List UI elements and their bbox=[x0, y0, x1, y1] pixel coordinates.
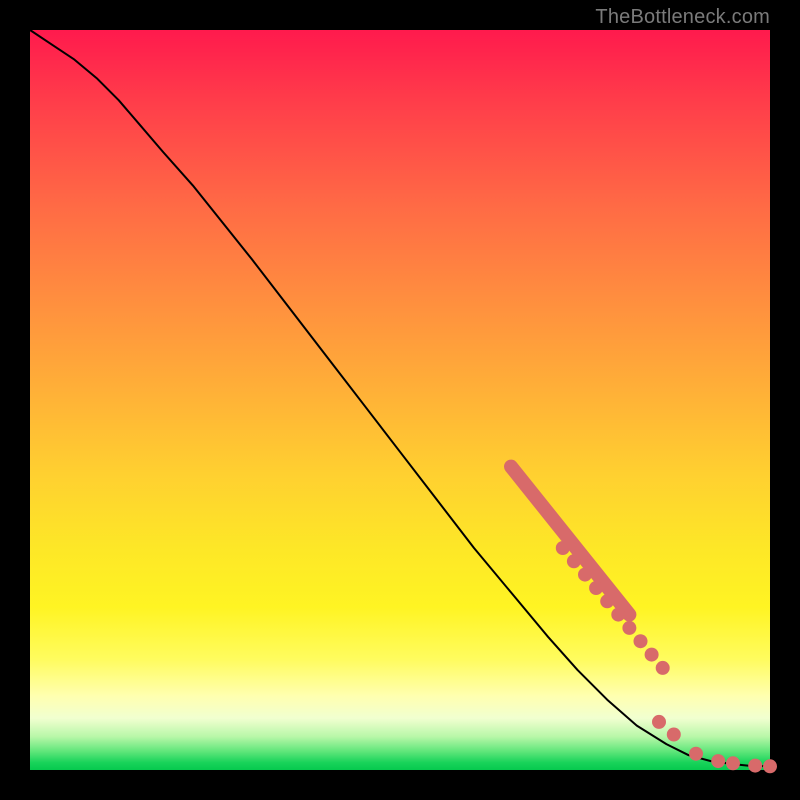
highlight-segment bbox=[511, 467, 629, 615]
highlight-dot bbox=[634, 634, 648, 648]
watermark-text: TheBottleneck.com bbox=[595, 6, 770, 29]
highlight-dot bbox=[656, 661, 670, 675]
highlight-dot bbox=[689, 747, 703, 761]
highlight-dot bbox=[652, 715, 666, 729]
chart-stage: TheBottleneck.com bbox=[0, 0, 800, 800]
highlight-dot bbox=[667, 728, 681, 742]
highlight-dot bbox=[556, 541, 570, 555]
highlight-dot bbox=[611, 608, 625, 622]
chart-overlay bbox=[30, 30, 770, 770]
highlight-dot bbox=[578, 568, 592, 582]
highlight-dot bbox=[711, 754, 725, 768]
plot-area bbox=[30, 30, 770, 770]
highlight-dot bbox=[622, 621, 636, 635]
highlight-dot bbox=[726, 756, 740, 770]
highlight-dot bbox=[763, 759, 777, 773]
highlight-dot bbox=[600, 594, 614, 608]
highlight-dots-lower bbox=[652, 715, 777, 773]
main-curve bbox=[30, 30, 770, 766]
highlight-dots-mid bbox=[556, 541, 670, 675]
highlight-dot bbox=[748, 759, 762, 773]
highlight-dot bbox=[567, 554, 581, 568]
highlight-dot bbox=[645, 648, 659, 662]
highlight-dot bbox=[589, 581, 603, 595]
